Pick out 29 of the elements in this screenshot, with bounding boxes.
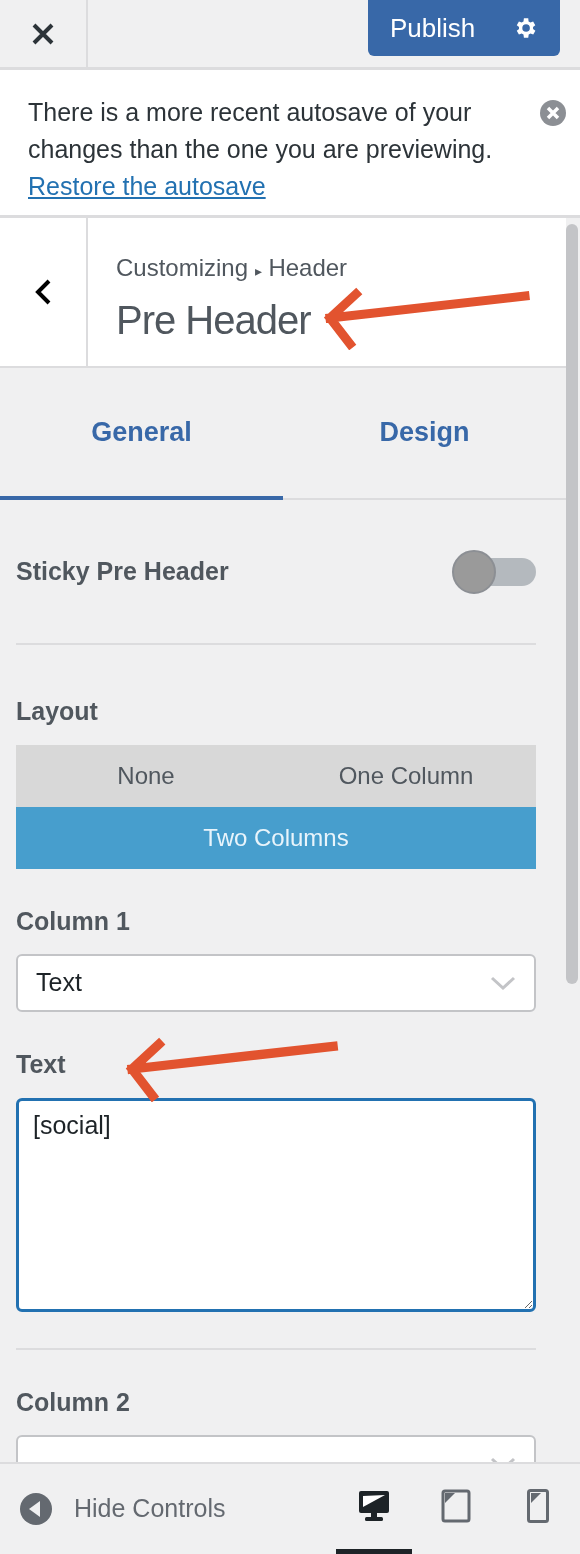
layout-option[interactable]: None — [16, 744, 276, 807]
autosave-notice: There is a more recent autosave of your changes than the one you are previewing. Restore the autosave — [28, 97, 494, 202]
collapse-icon — [20, 1493, 52, 1525]
control-label: Column 2 — [16, 1386, 130, 1418]
layout-option[interactable]: One Column — [276, 744, 536, 807]
chevron-down-icon — [490, 976, 516, 990]
scrollbar[interactable] — [566, 224, 578, 984]
restore-autosave-link[interactable]: Restore the autosave — [28, 172, 266, 200]
desktop-icon — [357, 1489, 391, 1523]
publish-button[interactable]: Publish — [368, 0, 560, 56]
chevron-left-icon — [35, 279, 51, 305]
section-title: Pre Header — [116, 297, 312, 344]
toggle-switch[interactable] — [452, 549, 536, 594]
text-area[interactable]: [social] — [16, 1097, 536, 1312]
select-field[interactable]: Text — [16, 954, 536, 1012]
close-icon — [31, 21, 55, 46]
layout-option[interactable]: Two Columns — [16, 806, 536, 869]
select-value: Text — [36, 967, 82, 999]
hide-controls-button[interactable]: Hide Controls — [20, 1490, 226, 1528]
control-label: Sticky Pre Header — [16, 555, 229, 587]
mobile-icon — [527, 1489, 549, 1523]
tab[interactable]: General — [0, 368, 283, 500]
control-label: Text — [16, 1049, 66, 1080]
control-label: Layout — [16, 696, 98, 727]
breadcrumb: Customizing ▸ Header — [116, 253, 348, 283]
tab[interactable]: Design — [283, 368, 566, 500]
tablet-icon — [441, 1489, 471, 1523]
close-icon[interactable] — [540, 100, 566, 126]
control-label: Column 1 — [16, 905, 130, 937]
